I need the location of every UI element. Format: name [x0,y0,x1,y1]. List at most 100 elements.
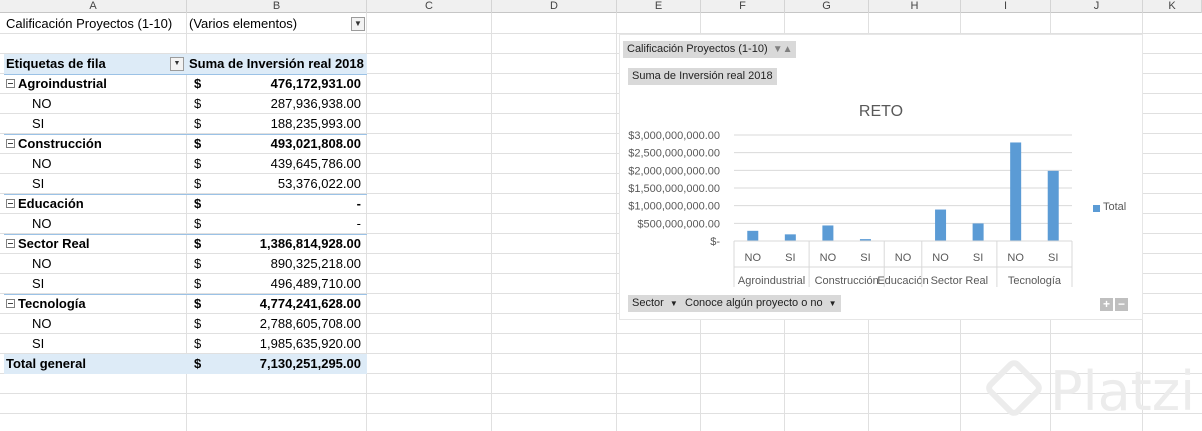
pivot-value-cell: 1,386,814,928.00 [259,236,361,251]
x-tick-label: NO [745,252,762,264]
x-tick-label: NO [895,252,912,264]
collapse-icon[interactable] [6,139,15,148]
y-tick-label: $2,500,000,000.00 [628,148,720,160]
group-separator [4,194,367,195]
column-header-f[interactable]: F [701,0,785,13]
row-label-text: SI [32,276,45,291]
chevron-down-icon: ▼ [828,299,837,308]
column-header-b[interactable]: B [187,0,367,13]
currency-symbol: $ [194,156,202,171]
currency-symbol: $ [194,116,202,131]
chart-bar [1047,170,1059,241]
x-tick-label: NO [1007,252,1024,264]
pivot-item-row-label: NO [6,254,184,274]
axis-field-label-conoce: Conoce algún proyecto o no [685,297,823,309]
row-label-text: NO [32,316,52,331]
grid-row-line [0,413,1202,414]
legend-swatch [1093,205,1100,212]
row-labels-dropdown-button[interactable]: ▼ [170,57,184,71]
group-separator [4,294,367,295]
pivot-value-cell: 496,489,710.00 [270,276,361,291]
x-tick-label: SI [785,252,795,264]
currency-symbol: $ [194,216,202,231]
pivot-value-cell: 1,985,635,920.00 [259,336,361,351]
pivot-item-row-label: NO [6,314,184,334]
y-tick-label: $1,500,000,000.00 [628,183,720,195]
pivot-chart[interactable]: Calificación Proyectos (1-10) ▼▲ Suma de… [619,34,1143,320]
pivot-value-cell: 439,645,786.00 [270,156,361,171]
group-separator [4,134,367,135]
row-label-text: Agroindustrial [18,76,107,91]
pivot-group-row-label[interactable]: Sector Real [6,234,184,254]
axis-field-label-sector: Sector [632,297,664,309]
collapse-icon[interactable] [6,239,15,248]
y-tick-label: $500,000,000.00 [637,218,720,230]
collapse-icon[interactable] [6,299,15,308]
pivot-value-cell: 188,235,993.00 [270,116,361,131]
collapse-field-button[interactable]: − [1115,298,1128,311]
filter-field-value[interactable]: (Varios elementos) [189,14,349,34]
expand-field-button[interactable]: + [1100,298,1113,311]
x-group-label: Construcción [815,275,879,287]
pivot-item-row-label: NO [6,94,184,114]
collapse-icon[interactable] [6,199,15,208]
pivot-item-row-label: NO [6,214,184,234]
pivot-group-row-label[interactable]: Educación [6,194,184,214]
x-group-label: Sector Real [931,275,988,287]
filter-dropdown-button[interactable]: ▼ [351,17,365,31]
pivot-row-header: Etiquetas de fila [4,54,187,74]
column-header-a[interactable]: A [0,0,187,13]
pivot-item-row-label: SI [6,174,184,194]
row-label-text: Sector Real [18,236,90,251]
x-tick-label: SI [1048,252,1058,264]
column-header-e[interactable]: E [617,0,701,13]
column-header-g[interactable]: G [785,0,869,13]
chart-bar [822,225,834,241]
grand-total-label: Total general [4,354,187,374]
axis-field-button-conoce[interactable]: Conoce algún proyecto o no ▼ [681,295,841,312]
axis-field-button-sector[interactable]: Sector ▼ [628,295,682,312]
pivot-value-cell: 287,936,938.00 [270,96,361,111]
chart-bar [1010,142,1022,241]
collapse-icon[interactable] [6,79,15,88]
grid-column-line [616,13,617,431]
currency-symbol: $ [194,336,202,351]
pivot-group-row-label[interactable]: Tecnología [6,294,184,314]
currency-symbol: $ [194,76,202,91]
column-header-k[interactable]: K [1143,0,1202,13]
pivot-group-row-label[interactable]: Agroindustrial [6,74,184,94]
chart-bar [747,230,759,241]
pivot-group-row-label[interactable]: Construcción [6,134,184,154]
x-group-label: Agroindustrial [738,275,805,287]
row-label-text: Educación [18,196,84,211]
pivot-value-cell: - [356,196,361,211]
currency-symbol: $ [194,316,202,331]
x-tick-label: SI [973,252,983,264]
row-label-text: SI [32,176,45,191]
chart-bar [972,223,984,241]
pivot-item-row-label: NO [6,154,184,174]
currency-symbol: $ [194,356,202,371]
column-header-c[interactable]: C [367,0,492,13]
pivot-value-header: Suma de Inversión real 2018 [187,54,367,74]
y-tick-label: $3,000,000,000.00 [628,130,720,142]
column-header-bar: ABCDEFGHIJK [0,0,1202,13]
pivot-item-row-label: SI [6,274,184,294]
column-header-h[interactable]: H [869,0,961,13]
currency-symbol: $ [194,276,202,291]
pivot-value-cell: 476,172,931.00 [270,76,361,91]
currency-symbol: $ [194,196,202,211]
row-label-text: NO [32,96,52,111]
x-tick-label: NO [820,252,837,264]
currency-symbol: $ [194,296,202,311]
column-header-d[interactable]: D [492,0,617,13]
currency-symbol: $ [194,176,202,191]
x-group-label: Tecnología [1008,275,1062,287]
pivot-value-cell: 890,325,218.00 [270,256,361,271]
column-header-i[interactable]: I [961,0,1051,13]
chart-bar [784,234,796,241]
column-header-j[interactable]: J [1051,0,1143,13]
row-label-text: NO [32,156,52,171]
legend-label: Total [1103,201,1127,213]
chevron-down-icon: ▼ [669,299,678,308]
